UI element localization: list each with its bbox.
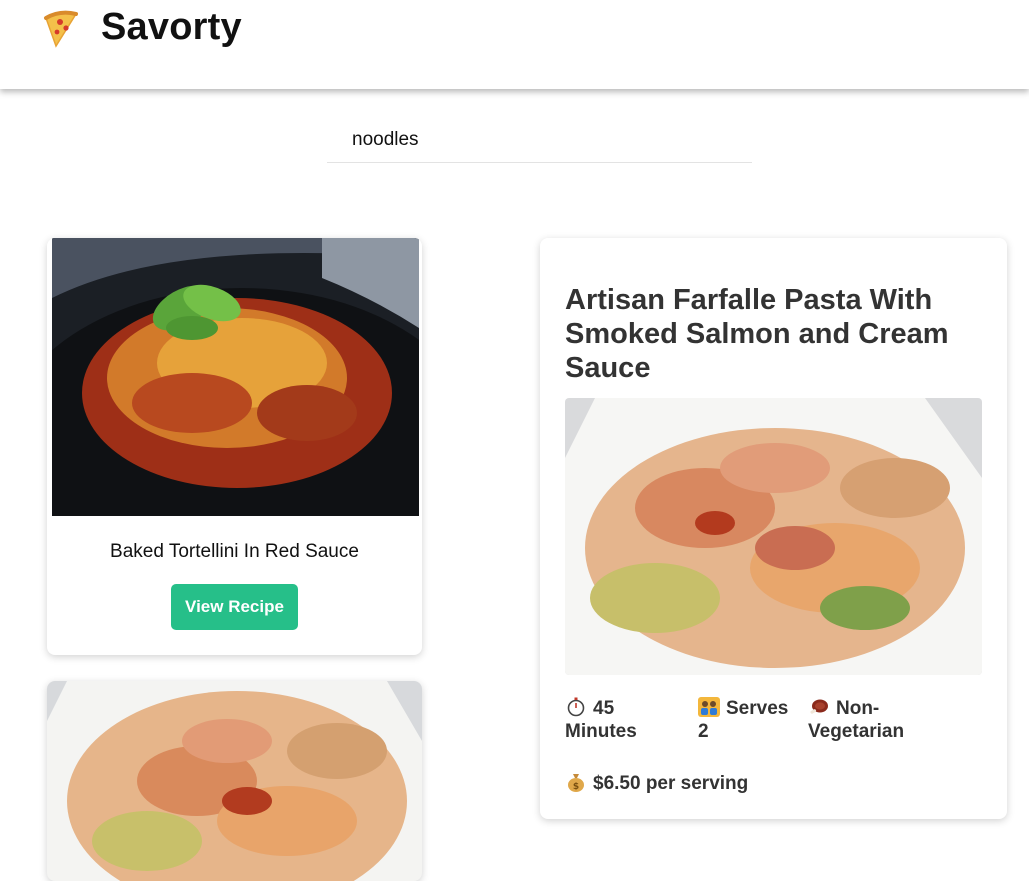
baked-tortellini-photo xyxy=(52,238,419,516)
pizza-slice-icon[interactable] xyxy=(42,8,82,48)
farfalle-pasta-photo xyxy=(565,398,982,675)
recipe-title[interactable]: Baked Tortellini In Red Sauce xyxy=(47,541,422,563)
price-per-serving: $ $6.50 per serving xyxy=(565,772,865,795)
diet-type: Non-Vegetarian xyxy=(808,697,928,743)
brand-name[interactable]: Savorty xyxy=(101,6,242,49)
recipe-detail-panel: Artisan Farfalle Pasta With Smoked Salmo… xyxy=(540,238,1007,819)
stopwatch-icon xyxy=(567,697,585,717)
farfalle-pasta-photo xyxy=(47,681,422,881)
app-header: Savorty xyxy=(0,0,1029,89)
money-bag-icon: $ xyxy=(568,774,584,792)
recipe-card: Baked Tortellini In Red Sauce View Recip… xyxy=(47,238,422,655)
svg-text:$: $ xyxy=(573,782,579,792)
meat-icon xyxy=(810,699,828,714)
people-icon xyxy=(698,697,720,717)
servings: Serves 2 xyxy=(698,697,803,743)
search-input[interactable] xyxy=(327,118,752,163)
recipe-detail-title: Artisan Farfalle Pasta With Smoked Salmo… xyxy=(565,284,949,384)
price-text: $6.50 per serving xyxy=(593,773,749,794)
cook-time: 45 Minutes xyxy=(565,697,685,743)
recipe-card xyxy=(47,681,422,881)
view-recipe-button[interactable]: View Recipe xyxy=(171,584,298,630)
